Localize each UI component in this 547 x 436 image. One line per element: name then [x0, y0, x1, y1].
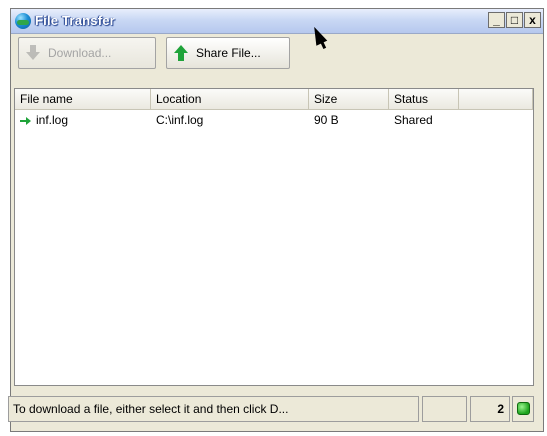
- download-button[interactable]: Download...: [18, 37, 156, 69]
- list-header: File name Location Size Status: [15, 89, 533, 110]
- file-list[interactable]: File name Location Size Status inf.log C…: [14, 88, 534, 386]
- column-header-location[interactable]: Location: [151, 89, 309, 109]
- file-name-cell: inf.log: [15, 111, 151, 129]
- connection-status-icon: [517, 402, 530, 415]
- globe-icon: [15, 13, 31, 29]
- download-arrow-icon: [25, 45, 41, 61]
- location-cell: C:\inf.log: [156, 113, 204, 127]
- title-bar[interactable]: File Transfer _ □ x: [11, 9, 543, 34]
- status-message: To download a file, either select it and…: [8, 396, 419, 422]
- column-header-size[interactable]: Size: [309, 89, 389, 109]
- connection-count: 2: [470, 396, 510, 422]
- column-header-status[interactable]: Status: [389, 89, 459, 109]
- status-blank-panel: [422, 396, 467, 422]
- window-controls: _ □ x: [488, 12, 541, 28]
- table-row[interactable]: inf.log C:\inf.log 90 B Shared: [15, 111, 533, 129]
- size-cell: 90 B: [314, 113, 339, 127]
- column-header-file-name[interactable]: File name: [15, 89, 151, 109]
- upload-arrow-icon: [173, 45, 189, 61]
- download-button-label: Download...: [48, 46, 112, 60]
- status-cell: Shared: [394, 113, 433, 127]
- status-led-panel: [512, 396, 534, 422]
- close-button[interactable]: x: [524, 12, 541, 28]
- share-file-button-label: Share File...: [196, 46, 261, 60]
- share-file-button[interactable]: Share File...: [166, 37, 290, 69]
- status-bar: To download a file, either select it and…: [8, 396, 534, 422]
- minimize-button[interactable]: _: [488, 12, 505, 28]
- maximize-button[interactable]: □: [506, 12, 523, 28]
- file-name-text: inf.log: [36, 113, 69, 127]
- window-title: File Transfer: [35, 13, 115, 28]
- shared-arrow-icon: [20, 116, 32, 125]
- column-header-extra[interactable]: [459, 89, 533, 109]
